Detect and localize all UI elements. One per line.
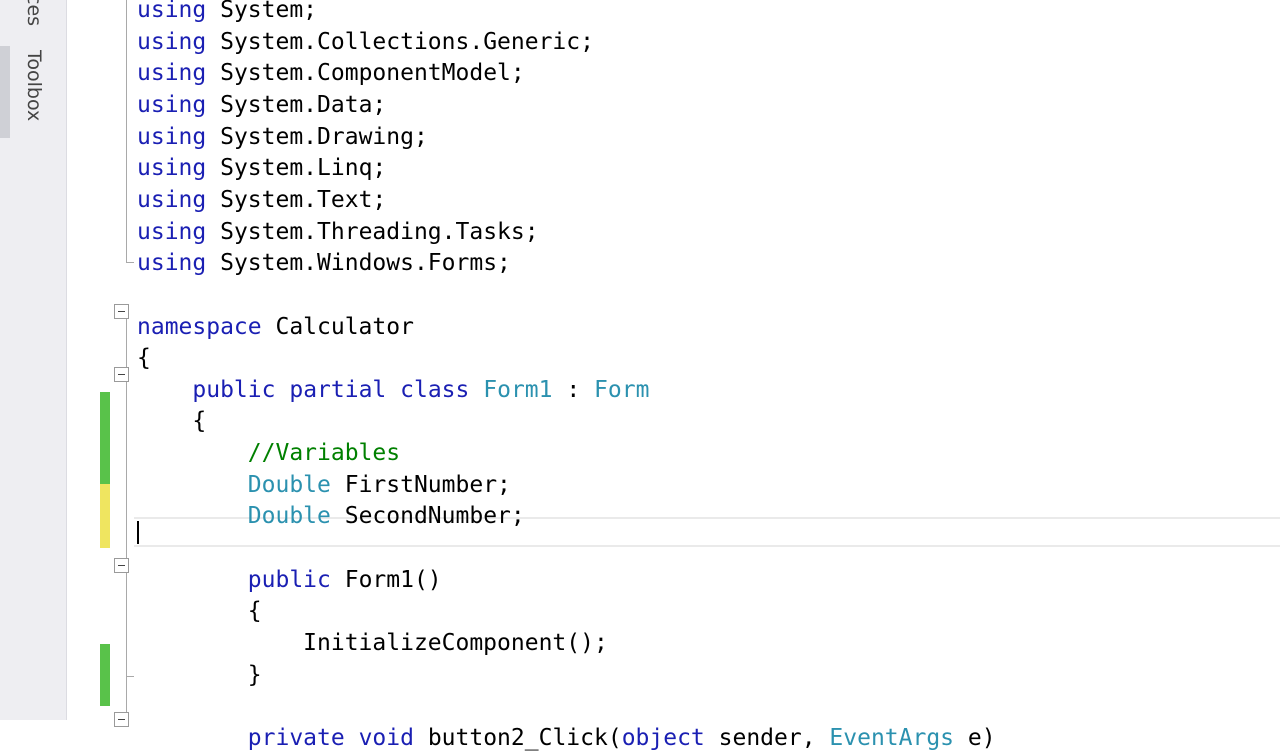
code-line[interactable]: Double FirstNumber; [137,469,511,501]
keyword-token: using [137,186,207,213]
code-token: System; [206,0,318,23]
change-marker-unsaved [100,484,110,548]
code-line[interactable]: using System.Linq; [137,152,386,184]
keyword-token: using [137,250,207,277]
code-line[interactable]: { [137,405,206,437]
code-token: Calculator [261,313,414,340]
code-token: } [137,661,262,688]
code-token: System.Drawing; [206,123,428,150]
keyword-token: namespace [137,313,262,340]
code-line[interactable]: using System.Threading.Tasks; [137,216,539,248]
code-line[interactable]: using System.Text; [137,184,386,216]
editor-gutter [67,0,135,720]
tool-window-sidebar: ces Toolbox [0,0,67,720]
code-line[interactable]: private void button2_Click(object sender… [137,722,996,754]
keyword-token: private [247,724,345,751]
code-line[interactable]: using System.ComponentModel; [137,57,525,89]
code-token: SecondNumber; [330,503,525,530]
code-token: System.Windows.Forms; [206,250,511,277]
code-token: InitializeComponent(); [137,630,608,656]
code-line[interactable]: public partial class Form1 : Form [137,374,649,406]
change-marker-saved [100,644,110,706]
code-token: Form1() [330,566,442,593]
code-token: System.Collections.Generic; [206,28,594,55]
keyword-token: using [137,218,207,245]
type-token: Double [247,503,331,530]
code-token: e) [954,724,996,751]
code-line[interactable]: } [137,659,262,691]
keyword-token: using [137,0,207,23]
sidebar-tab-data-sources[interactable]: ces [20,0,48,26]
outline-guide-end [126,262,134,263]
collapse-class-toggle[interactable] [114,367,129,382]
code-line[interactable]: public Form1() [137,564,442,596]
code-line[interactable]: namespace Calculator [137,311,414,343]
code-token: System.Data; [206,91,387,118]
code-token: { [137,345,151,372]
keyword-token: partial [289,376,387,403]
code-line[interactable]: using System.Drawing; [137,121,428,153]
code-line[interactable]: { [137,595,262,627]
code-line[interactable]: using System; [137,0,317,26]
code-line[interactable]: //Variables [137,437,400,469]
keyword-token: void [358,724,414,751]
change-marker-saved [100,392,110,484]
code-token: System.ComponentModel; [206,60,525,87]
keyword-token: using [137,91,207,118]
keyword-token: object [621,724,705,751]
keyword-token: using [137,155,207,182]
code-line[interactable]: Double SecondNumber; [137,500,525,532]
keyword-token: using [137,28,207,55]
toolbox-tab-highlight [0,46,10,138]
keyword-token: using [137,123,207,150]
outline-guide-end [126,676,134,677]
sidebar-tab-toolbox[interactable]: Toolbox [20,50,48,121]
collapse-namespace-toggle[interactable] [114,304,129,319]
outline-guide [126,0,127,262]
code-token: System.Text; [206,186,387,213]
code-token: sender, [704,724,830,751]
code-line[interactable]: { [137,342,151,374]
keyword-token: using [137,60,207,87]
type-token: Form1 [483,376,553,403]
code-token: FirstNumber; [330,471,511,498]
code-line[interactable]: using System.Data; [137,89,386,121]
type-token: EventArgs [829,724,955,751]
code-token: System.Linq; [206,155,387,182]
code-line[interactable]: InitializeComponent(); [137,627,608,659]
keyword-token: public [247,566,331,593]
code-token: System.Threading.Tasks; [206,218,539,245]
keyword-token: class [400,376,470,403]
code-token: button2_Click( [413,724,622,751]
code-token: { [137,598,262,625]
collapse-constructor-toggle[interactable] [114,558,129,573]
code-line[interactable]: using System.Collections.Generic; [137,26,594,58]
type-token: Double [247,471,331,498]
code-token: : [552,376,595,403]
type-token: Form [594,376,650,403]
code-line[interactable]: using System.Windows.Forms; [137,247,511,279]
comment-token: //Variables [247,440,401,467]
keyword-token: public [192,376,276,403]
code-token: { [137,408,207,435]
